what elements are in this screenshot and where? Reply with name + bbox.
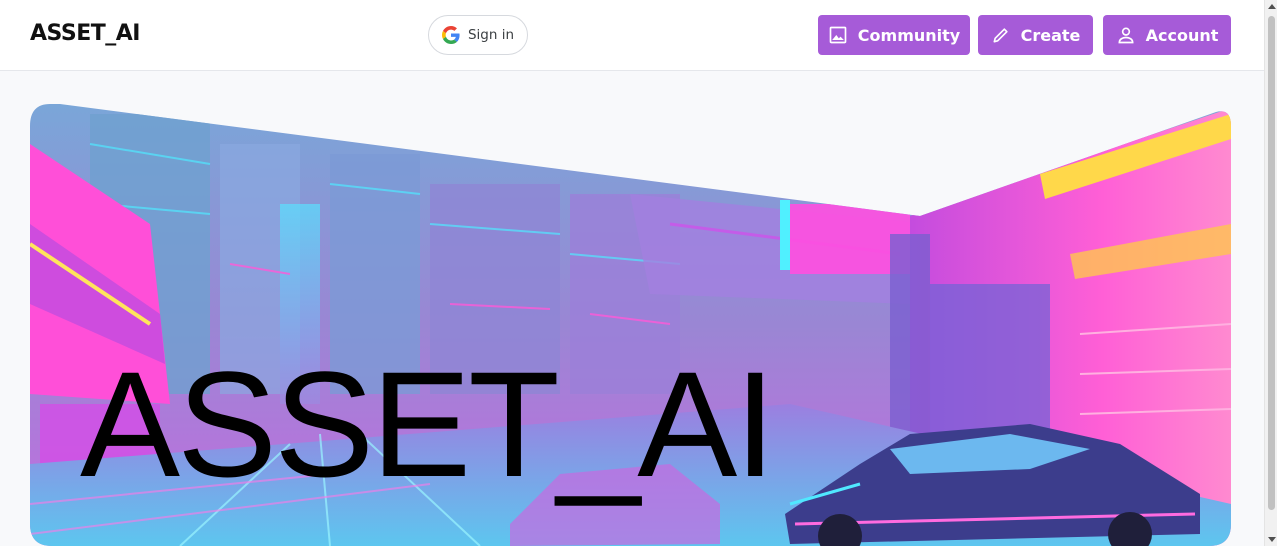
hero-title: ASSET_AI [80,340,776,508]
top-header: ASSET_AI Sign in Community Create Accoun… [0,0,1264,71]
community-button[interactable]: Community [818,15,970,55]
pencil-icon [993,28,1008,43]
scroll-down-arrow-icon[interactable] [1268,537,1276,542]
scroll-up-arrow-icon[interactable] [1268,4,1276,9]
community-label: Community [857,25,961,45]
sign-in-label: Sign in [467,27,515,43]
create-label: Create [1020,25,1081,45]
create-button[interactable]: Create [978,15,1093,55]
hero-banner: ASSET_AI [30,104,1231,546]
scroll-thumb[interactable] [1268,16,1275,510]
google-sign-in-button[interactable]: Sign in [428,15,528,55]
account-label: Account [1145,25,1219,45]
account-button[interactable]: Account [1103,15,1231,55]
vertical-scrollbar[interactable] [1264,0,1277,546]
google-icon [441,26,460,44]
brand-logo[interactable]: ASSET_AI [30,21,140,46]
user-icon [1118,27,1134,44]
image-icon [829,26,847,44]
